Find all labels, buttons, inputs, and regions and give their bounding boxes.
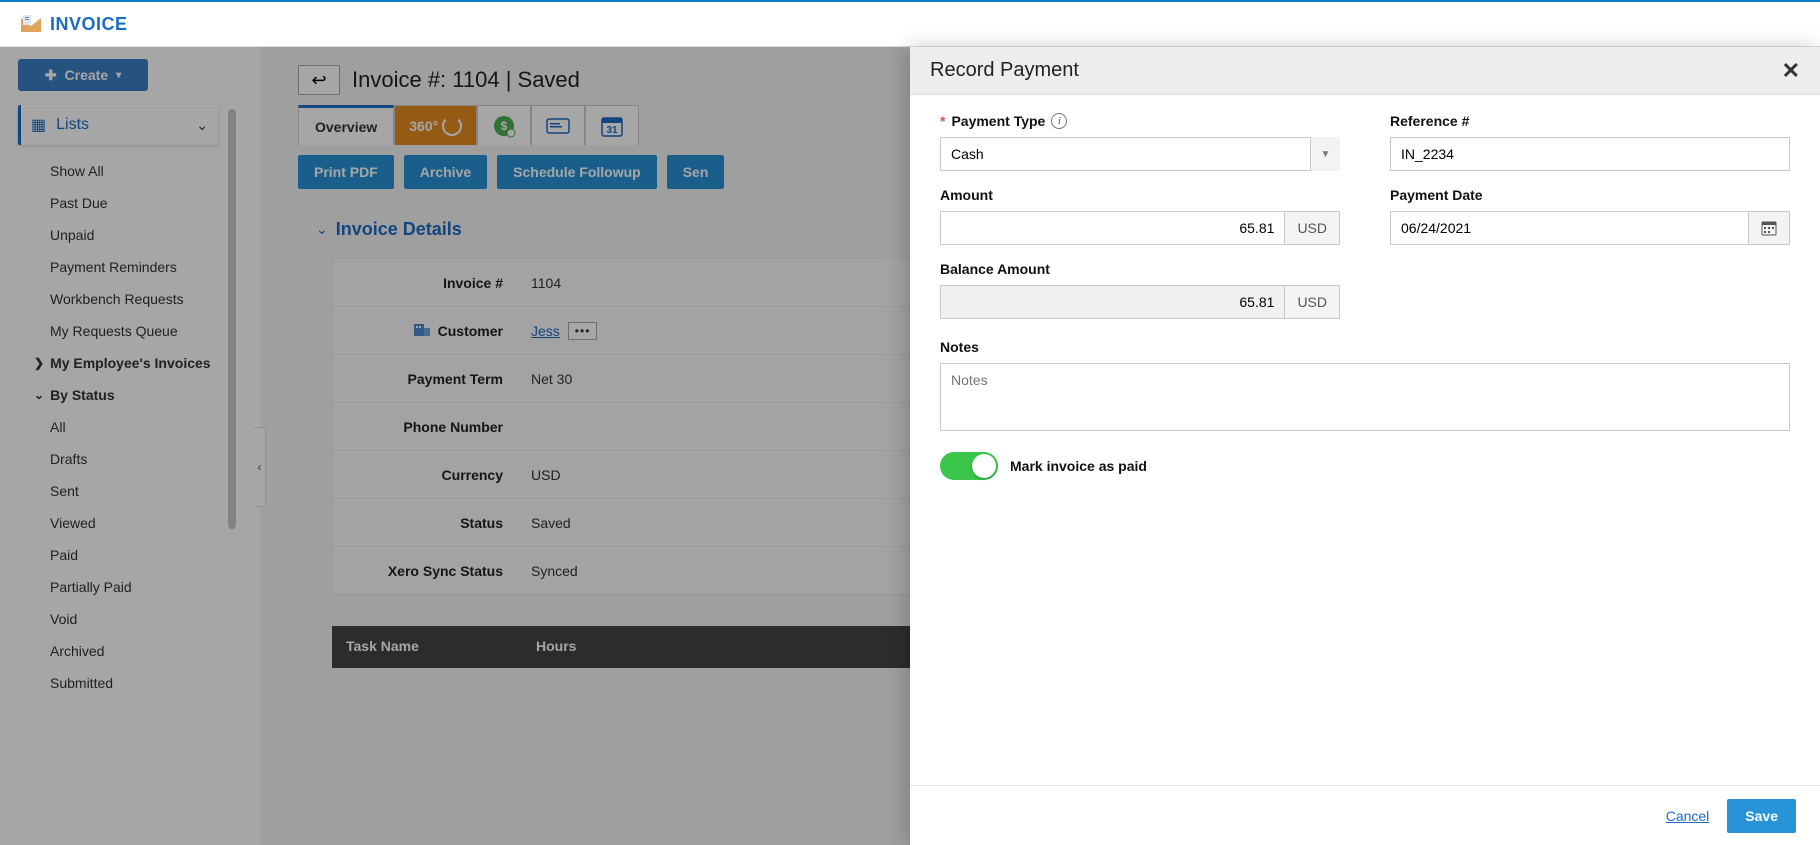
mark-paid-toggle[interactable] xyxy=(940,452,998,480)
record-payment-modal: Record Payment ✕ * Payment Type i ▼ xyxy=(910,47,1820,845)
payment-date-label: Payment Date xyxy=(1390,187,1790,203)
info-icon[interactable]: i xyxy=(1051,113,1067,129)
balance-input xyxy=(940,285,1285,319)
mark-paid-label: Mark invoice as paid xyxy=(1010,458,1147,474)
payment-date-input[interactable] xyxy=(1390,211,1749,245)
amount-label: Amount xyxy=(940,187,1340,203)
reference-input[interactable] xyxy=(1390,137,1790,171)
invoice-logo-icon xyxy=(20,13,42,35)
payment-type-label: Payment Type xyxy=(951,113,1045,129)
balance-label: Balance Amount xyxy=(940,261,1340,277)
app-topbar: INVOICE xyxy=(0,0,1820,47)
toggle-knob xyxy=(972,454,996,478)
dropdown-arrow-icon[interactable]: ▼ xyxy=(1310,137,1340,171)
cancel-button[interactable]: Cancel xyxy=(1666,808,1710,824)
save-button[interactable]: Save xyxy=(1727,799,1796,833)
amount-input[interactable] xyxy=(940,211,1285,245)
notes-label: Notes xyxy=(940,339,1790,355)
amount-currency: USD xyxy=(1285,211,1340,245)
reference-label: Reference # xyxy=(1390,113,1790,129)
notes-textarea[interactable] xyxy=(940,363,1790,431)
calendar-icon[interactable] xyxy=(1749,211,1790,245)
close-icon[interactable]: ✕ xyxy=(1782,58,1800,84)
modal-title: Record Payment xyxy=(930,59,1079,82)
required-marker: * xyxy=(940,113,945,129)
app-title: INVOICE xyxy=(50,14,128,35)
payment-type-select[interactable] xyxy=(940,137,1340,171)
balance-currency: USD xyxy=(1285,285,1340,319)
